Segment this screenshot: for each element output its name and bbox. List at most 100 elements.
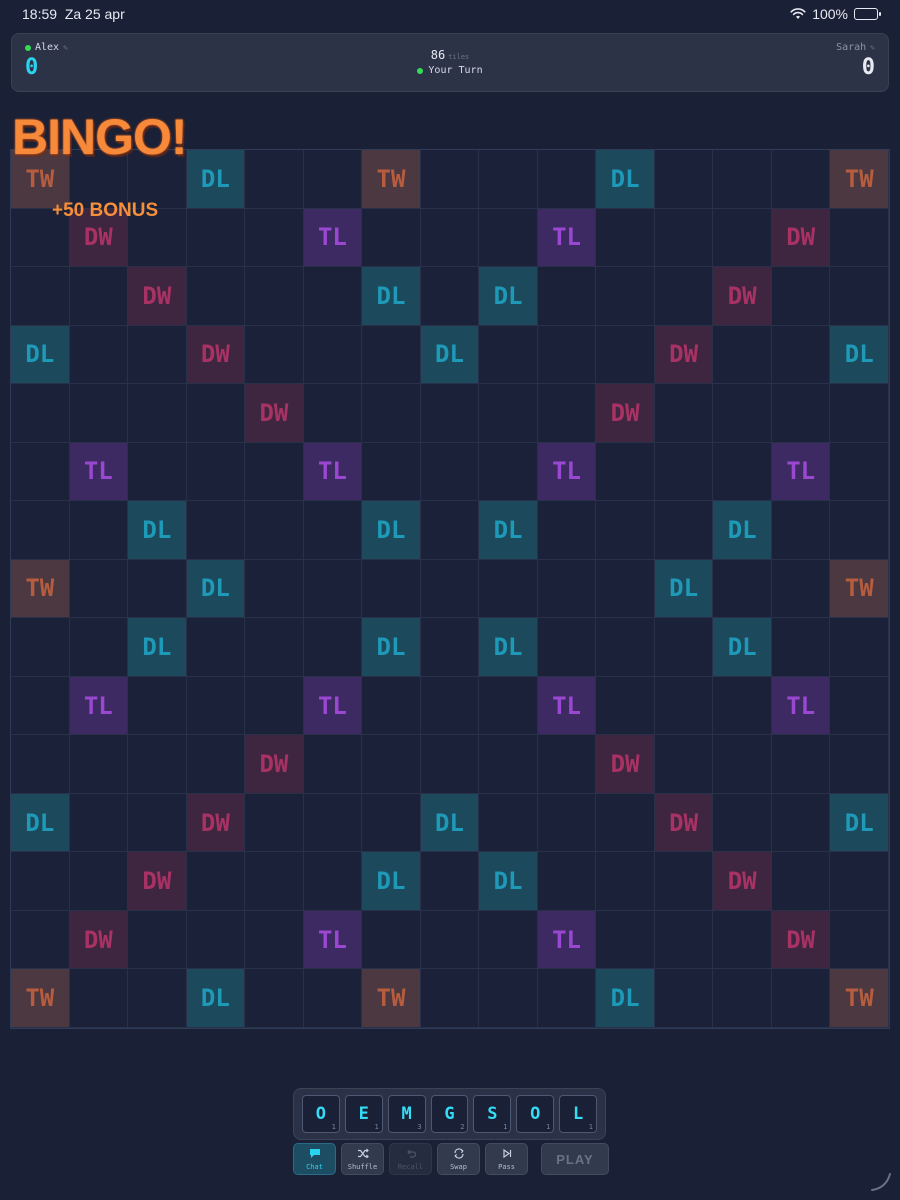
board-cell[interactable] (128, 735, 187, 794)
board-cell[interactable] (128, 793, 187, 853)
board-cell[interactable] (186, 384, 246, 443)
board-cell[interactable] (771, 618, 831, 677)
board-cell[interactable] (654, 852, 714, 911)
rack-tile[interactable]: G2 (430, 1095, 469, 1133)
board-cell[interactable] (537, 501, 597, 560)
board-cell-dl[interactable]: DL (596, 150, 655, 209)
board-cell-dl[interactable]: DL (596, 969, 655, 1028)
pass-button[interactable]: Pass (485, 1143, 528, 1175)
board-cell[interactable] (420, 559, 480, 619)
board-cell[interactable] (69, 735, 129, 794)
board-cell-dw[interactable]: DW (596, 384, 655, 443)
recall-button[interactable]: Recall (389, 1143, 432, 1175)
board-cell[interactable] (186, 208, 246, 268)
board-cell[interactable] (11, 501, 70, 560)
board-cell[interactable] (479, 735, 538, 794)
board-cell[interactable] (713, 910, 772, 970)
board-cell[interactable] (830, 852, 889, 911)
board-cell[interactable] (245, 618, 304, 677)
board-cell-dl[interactable]: DL (479, 618, 538, 677)
board-cell-tw[interactable]: TW (11, 559, 70, 619)
board-cell[interactable] (69, 267, 129, 326)
board-cell[interactable] (186, 267, 246, 326)
board-cell[interactable] (245, 150, 304, 209)
shuffle-button[interactable]: Shuffle (341, 1143, 384, 1175)
rack-tile[interactable]: O1 (302, 1095, 340, 1133)
board-cell[interactable] (596, 793, 655, 853)
board-cell[interactable] (830, 735, 889, 794)
board-cell[interactable] (713, 325, 772, 385)
board-cell[interactable] (362, 208, 421, 268)
board-cell[interactable] (69, 793, 129, 853)
board-cell-dl[interactable]: DL (479, 267, 538, 326)
board-cell-tl[interactable]: TL (69, 676, 129, 736)
board-cell[interactable] (420, 969, 480, 1028)
board-cell[interactable] (303, 150, 363, 209)
board-cell[interactable] (771, 267, 831, 326)
board-cell[interactable] (303, 969, 363, 1028)
board-cell[interactable] (654, 735, 714, 794)
board-cell[interactable] (303, 559, 363, 619)
board-cell[interactable] (479, 384, 538, 443)
rack-tile[interactable]: E1 (344, 1095, 383, 1133)
board-cell-dl[interactable]: DL (420, 325, 480, 385)
board-cell[interactable] (654, 676, 714, 736)
board-cell-tw[interactable]: TW (362, 150, 421, 209)
board-cell[interactable] (537, 325, 597, 385)
board-cell[interactable] (479, 325, 538, 385)
board-cell[interactable] (128, 442, 187, 502)
board-cell[interactable] (303, 852, 363, 911)
board-cell[interactable] (771, 559, 831, 619)
board-cell[interactable] (537, 267, 597, 326)
board-cell-dl[interactable]: DL (186, 969, 246, 1028)
swap-button[interactable]: Swap (437, 1143, 480, 1175)
board-cell-dw[interactable]: DW (128, 852, 187, 911)
board-cell-dw[interactable]: DW (245, 735, 304, 794)
board-cell-dl[interactable]: DL (11, 793, 70, 853)
board-cell[interactable] (830, 208, 889, 268)
board-cell[interactable] (420, 501, 480, 560)
board-cell[interactable] (596, 501, 655, 560)
board-cell-tw[interactable]: TW (830, 559, 889, 619)
board-cell[interactable] (537, 150, 597, 209)
board-cell[interactable] (186, 852, 246, 911)
board-cell-tl[interactable]: TL (303, 676, 363, 736)
board-cell-dl[interactable]: DL (479, 501, 538, 560)
board-cell[interactable] (420, 735, 480, 794)
board-cell[interactable] (596, 208, 655, 268)
board-cell-tl[interactable]: TL (537, 910, 597, 970)
board-cell-tl[interactable]: TL (771, 676, 831, 736)
board-cell[interactable] (771, 384, 831, 443)
board-cell[interactable] (596, 325, 655, 385)
board-cell-dw[interactable]: DW (245, 384, 304, 443)
board-cell[interactable] (654, 618, 714, 677)
board-cell[interactable] (11, 442, 70, 502)
board-cell[interactable] (479, 793, 538, 853)
board-cell-dw[interactable]: DW (128, 267, 187, 326)
board-cell[interactable] (830, 501, 889, 560)
board-cell[interactable] (596, 910, 655, 970)
board-cell-tw[interactable]: TW (11, 969, 70, 1028)
board-cell[interactable] (245, 501, 304, 560)
board-cell[interactable] (654, 910, 714, 970)
board-cell[interactable] (69, 501, 129, 560)
board-cell-dl[interactable]: DL (128, 618, 187, 677)
board-cell-dw[interactable]: DW (186, 793, 246, 853)
board-cell[interactable] (420, 618, 480, 677)
board-cell[interactable] (245, 676, 304, 736)
board-cell[interactable] (713, 676, 772, 736)
board-cell-dl[interactable]: DL (830, 325, 889, 385)
board-cell[interactable] (245, 852, 304, 911)
board-cell-dw[interactable]: DW (654, 325, 714, 385)
board-cell-tl[interactable]: TL (303, 208, 363, 268)
board-cell[interactable] (69, 325, 129, 385)
board-cell-dl[interactable]: DL (362, 267, 421, 326)
board-cell[interactable] (186, 735, 246, 794)
board-cell-tw[interactable]: TW (830, 969, 889, 1028)
board-cell[interactable] (303, 618, 363, 677)
board-cell[interactable] (596, 676, 655, 736)
board-cell-tl[interactable]: TL (69, 442, 129, 502)
board-cell[interactable] (11, 910, 70, 970)
board-cell[interactable] (713, 150, 772, 209)
board-cell[interactable] (771, 150, 831, 209)
